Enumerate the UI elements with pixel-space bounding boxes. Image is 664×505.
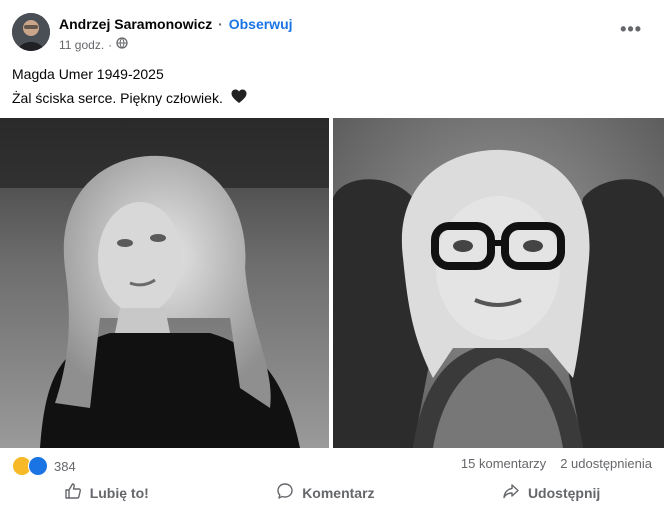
author-line: Andrzej Saramonowicz · Obserwuj xyxy=(59,16,293,32)
post-time[interactable]: 11 godz. xyxy=(59,38,104,52)
post-actions: Lubię to! Komentarz Udostępnij xyxy=(0,480,664,505)
post-header: Andrzej Saramonowicz · Obserwuj 11 godz.… xyxy=(12,11,652,53)
meta-separator: · xyxy=(108,37,113,52)
share-label: Udostępnij xyxy=(527,484,601,501)
facebook-post: Andrzej Saramonowicz · Obserwuj 11 godz.… xyxy=(0,0,664,505)
post-text: Magda Umer 1949-2025 Żal ściska serce. P… xyxy=(12,62,247,111)
author-name[interactable]: Andrzej Saramonowicz xyxy=(59,16,212,32)
share-arrow-icon xyxy=(502,482,520,503)
globe-icon xyxy=(116,37,128,52)
comment-icon xyxy=(276,482,294,503)
reaction-count: 384 xyxy=(54,458,76,474)
comment-label: Komentarz xyxy=(302,484,375,501)
post-meta: 11 godz. · xyxy=(59,37,128,52)
shares-count[interactable]: 2 udostępnienia xyxy=(560,456,652,471)
like-button[interactable]: Lubię to! xyxy=(64,480,149,505)
post-text-line-1: Magda Umer 1949-2025 xyxy=(12,66,164,82)
like-reaction-icon xyxy=(28,456,48,476)
more-dots-icon[interactable]: ••• xyxy=(620,19,642,40)
name-separator: · xyxy=(218,16,223,32)
post-text-line-2-text: Żal ściska serce. Piękny człowiek. xyxy=(12,90,223,106)
photo-older-woman[interactable] xyxy=(333,118,664,448)
post-stats: 384 15 komentarzy 2 udostępnienia xyxy=(12,454,652,476)
share-button[interactable]: Udostępnij xyxy=(502,480,600,505)
comment-button[interactable]: Komentarz xyxy=(276,480,375,505)
like-label: Lubię to! xyxy=(89,484,149,501)
author-avatar[interactable] xyxy=(12,13,50,51)
thumbs-up-icon xyxy=(64,482,82,503)
comments-count[interactable]: 15 komentarzy xyxy=(461,456,546,471)
engagement-counts: 15 komentarzy 2 udostępnienia xyxy=(461,456,652,471)
follow-button[interactable]: Obserwuj xyxy=(229,16,293,32)
photo-young-woman[interactable] xyxy=(0,118,329,448)
reactions-summary[interactable]: 384 xyxy=(12,456,76,476)
post-text-line-2: Żal ściska serce. Piękny człowiek. xyxy=(12,86,247,111)
black-heart-icon xyxy=(231,87,247,111)
